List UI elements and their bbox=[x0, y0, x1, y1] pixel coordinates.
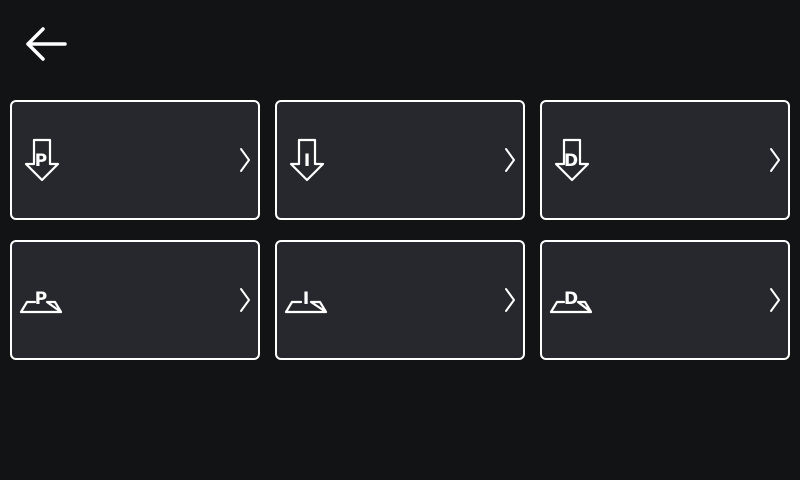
tile-letter: P bbox=[35, 151, 47, 171]
tile-letter: I bbox=[303, 289, 309, 309]
platform-i-icon: I bbox=[284, 289, 328, 314]
tile-letter: D bbox=[564, 151, 578, 171]
platform-d-icon: D bbox=[549, 289, 593, 314]
tile-i-down[interactable]: I bbox=[275, 100, 525, 220]
tile-d-platform[interactable]: D bbox=[540, 240, 790, 360]
tile-d-down[interactable]: D bbox=[540, 100, 790, 220]
platform-p-icon: P bbox=[19, 289, 63, 314]
arrow-left-icon bbox=[26, 27, 67, 61]
tile-letter: D bbox=[564, 289, 578, 309]
chevron-right-icon bbox=[770, 148, 780, 172]
chevron-right-icon bbox=[240, 148, 250, 172]
chevron-right-icon bbox=[240, 288, 250, 312]
tile-p-down[interactable]: P bbox=[10, 100, 260, 220]
tile-letter: P bbox=[35, 289, 47, 309]
arrow-down-d-icon: D bbox=[554, 138, 590, 182]
chevron-right-icon bbox=[505, 288, 515, 312]
tile-p-platform[interactable]: P bbox=[10, 240, 260, 360]
tile-i-platform[interactable]: I bbox=[275, 240, 525, 360]
tile-grid: P I D P I D bbox=[10, 100, 790, 360]
chevron-right-icon bbox=[505, 148, 515, 172]
arrow-down-i-icon: I bbox=[289, 138, 325, 182]
tile-letter: I bbox=[304, 151, 310, 171]
back-button[interactable] bbox=[18, 22, 72, 66]
chevron-right-icon bbox=[770, 288, 780, 312]
arrow-down-p-icon: P bbox=[24, 138, 60, 182]
screen: P I D P I D bbox=[0, 0, 800, 480]
